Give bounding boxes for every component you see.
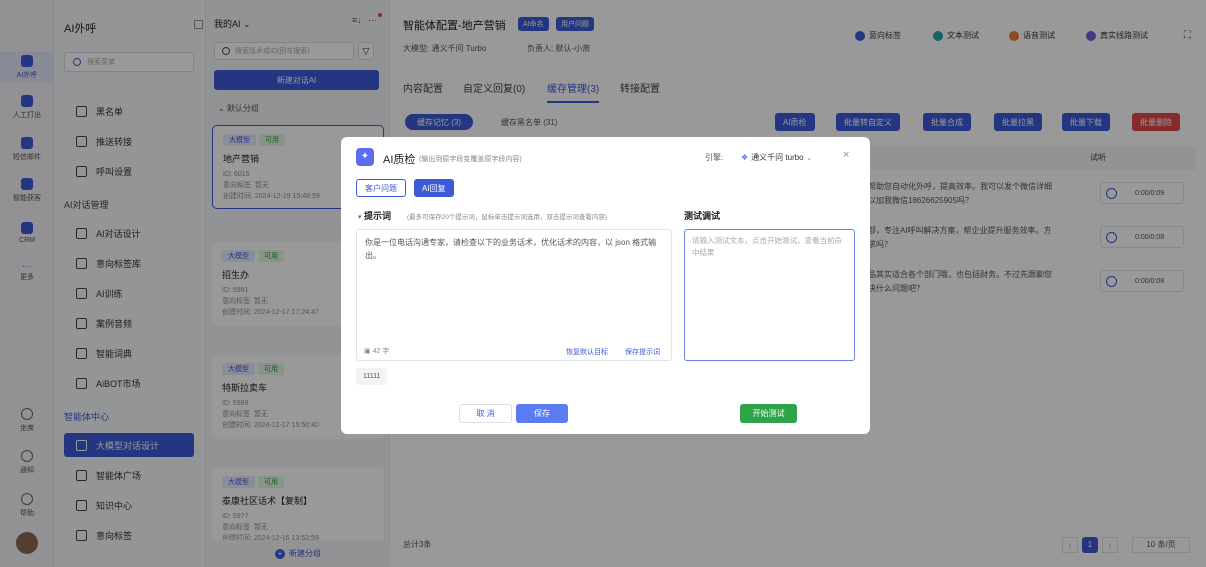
test-heading: 测试调试 (684, 211, 721, 221)
engine-select[interactable]: ❖ 通义千问 turbo ⌄ (741, 152, 813, 163)
save-prompt-link[interactable]: 保存提示词 (625, 347, 660, 357)
model-logo-icon: ❖ (741, 153, 749, 162)
prompt-textarea[interactable]: 你是一位电话沟通专家，请检查以下的业务话术，优化话术的内容，以 json 格式输… (356, 229, 672, 361)
dialog-title: AI质检 (383, 154, 416, 166)
chevron-down-icon: ▾ (358, 214, 362, 221)
saved-prompt-chip[interactable]: 11111 (356, 368, 388, 385)
dialog-subtitle: (输出到原字段变覆盖原字段内容) (419, 156, 522, 163)
prompt-heading: ▾ 提示词 (358, 211, 392, 221)
tab-customer-question[interactable]: 客户问题 (356, 179, 406, 197)
prompt-hint: (最多可保存20个提示词，鼠标单击提示词选用，双击提示词查看内容) (407, 214, 608, 221)
sparkle-icon: ✦ (356, 148, 374, 166)
engine-label: 引擎: (705, 153, 724, 162)
ai-qc-dialog: ✦ AI质检 (输出到原字段变覆盖原字段内容) 引擎: ❖ 通义千问 turbo … (341, 137, 870, 434)
doc-icon: ▣ (364, 348, 371, 355)
close-icon[interactable]: × (843, 149, 849, 161)
start-test-button[interactable]: 开始测试 (740, 404, 797, 423)
tab-ai-reply[interactable]: AI回复 (414, 179, 454, 197)
chevron-down-icon: ⌄ (805, 153, 813, 162)
cancel-button[interactable]: 取 消 (459, 404, 512, 423)
char-count: ▣ 42 字 (364, 348, 390, 355)
save-button[interactable]: 保存 (516, 404, 568, 423)
test-textarea[interactable]: 请输入测试文本，点击开始测试，查看当前命中结果 (684, 229, 855, 361)
restore-default-link[interactable]: 恢复默认目标 (566, 347, 608, 357)
